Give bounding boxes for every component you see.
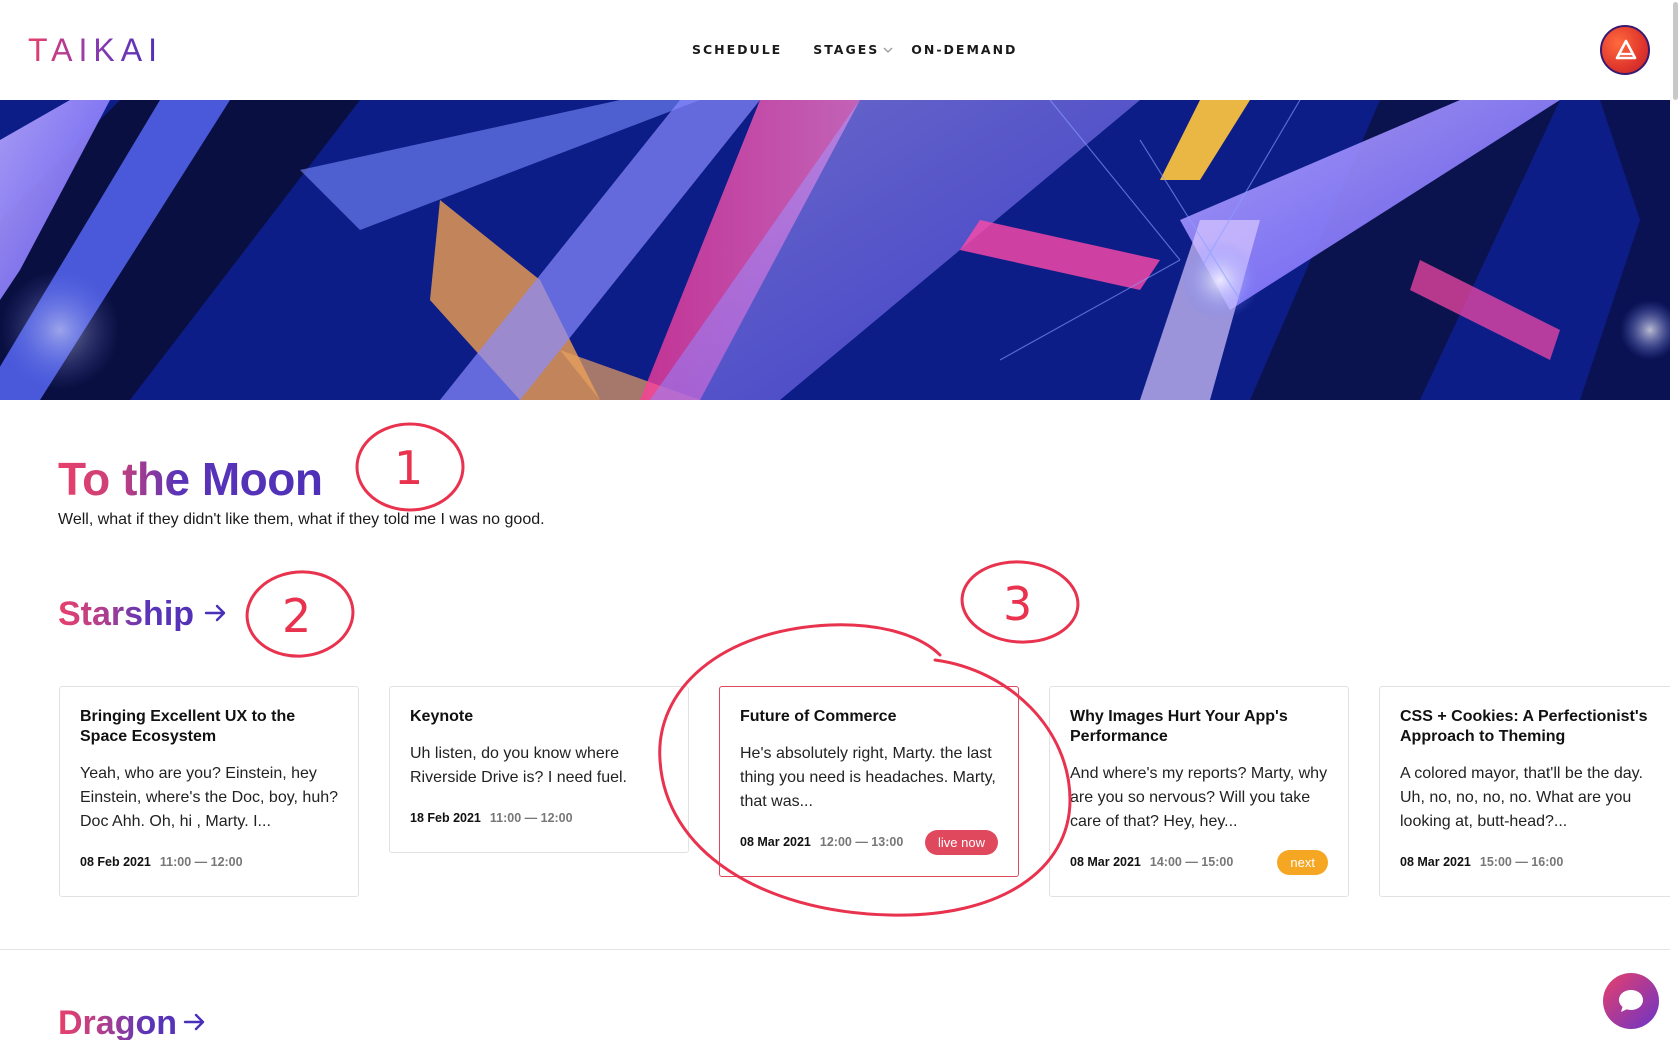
session-title: CSS + Cookies: A Perfectionist's Approac… [1400, 708, 1648, 745]
scrollbar-thumb[interactable] [1673, 2, 1678, 100]
session-date: 08 Mar 2021 [1400, 855, 1471, 869]
top-header: TAIKAI SCHEDULE STAGES ON-DEMAND [0, 0, 1680, 100]
arrow-right-icon[interactable] [204, 603, 228, 623]
session-time: 14:00 — 15:00 [1149, 855, 1234, 869]
next-badge: next [1277, 849, 1328, 875]
session-card[interactable]: Keynote Uh listen, do you know where Riv… [389, 686, 689, 853]
session-date: 08 Feb 2021 [80, 855, 151, 869]
arrow-right-icon[interactable] [183, 1012, 207, 1032]
session-card[interactable]: CSS + Cookies: A Perfectionist's Approac… [1379, 686, 1670, 897]
svg-text:TAIKAI: TAIKAI [28, 32, 163, 68]
taikai-delta-icon [1615, 39, 1637, 60]
chat-bubble-icon [1619, 990, 1643, 1012]
hero-banner [0, 100, 1680, 400]
neon-structure-image [0, 100, 1680, 400]
session-time: 12:00 — 13:00 [819, 835, 904, 849]
session-description: And where's my reports? Marty, why are y… [1070, 765, 1328, 830]
session-date: 08 Mar 2021 [740, 835, 811, 849]
nav-stages[interactable]: STAGES [813, 42, 879, 57]
annotation-circle-1 [355, 422, 465, 512]
annotation-circle-2 [245, 570, 355, 658]
session-meta: 08 Mar 2021 14:00 — 15:00 next [1070, 848, 1328, 876]
session-title: Keynote [410, 708, 474, 725]
nav-on-demand[interactable]: ON-DEMAND [911, 42, 1017, 57]
chevron-down-icon[interactable] [881, 43, 895, 57]
session-time: 11:00 — 12:00 [489, 811, 573, 825]
session-title: Why Images Hurt Your App's Performance [1070, 708, 1288, 745]
live-now-badge: live now [925, 829, 998, 855]
session-description: He's absolutely right, Marty. the last t… [740, 745, 996, 810]
session-card[interactable]: Bringing Excellent UX to the Space Ecosy… [59, 686, 359, 897]
session-title: Bringing Excellent UX to the Space Ecosy… [80, 708, 296, 745]
annotation-label-1: 1 [394, 441, 423, 495]
session-title: Future of Commerce [740, 708, 897, 725]
session-card[interactable]: Why Images Hurt Your App's Performance A… [1049, 686, 1349, 897]
session-meta: 08 Mar 2021 12:00 — 13:00 live now [740, 828, 998, 856]
taikai-logo[interactable]: TAIKAI [28, 30, 178, 70]
nav-schedule[interactable]: SCHEDULE [692, 42, 782, 57]
session-time: 15:00 — 16:00 [1479, 855, 1564, 869]
session-date: 18 Feb 2021 [410, 811, 481, 825]
annotation-circle-3 [960, 560, 1080, 644]
annotation-label-3: 3 [1003, 577, 1032, 631]
user-avatar[interactable] [1600, 25, 1650, 75]
session-meta: 08 Mar 2021 15:00 — 16:00 [1400, 848, 1650, 876]
session-description: A colored mayor, that'll be the day. Uh,… [1400, 765, 1643, 830]
chat-button[interactable] [1603, 973, 1659, 1029]
session-description: Yeah, who are you? Einstein, hey Einstei… [80, 765, 339, 830]
scrollbar-track[interactable] [1670, 0, 1680, 1050]
main-nav: SCHEDULE STAGES ON-DEMAND [692, 42, 1017, 57]
session-time: 11:00 — 12:00 [159, 855, 243, 869]
session-card-live[interactable]: Future of Commerce He's absolutely right… [719, 686, 1019, 877]
section-divider [0, 949, 1680, 950]
session-description: Uh listen, do you know where Riverside D… [410, 745, 627, 786]
event-subtitle: Well, what if they didn't like them, wha… [58, 511, 545, 528]
stage-heading-dragon[interactable]: Dragon [58, 1006, 177, 1040]
session-meta: 08 Feb 2021 11:00 — 12:00 [80, 848, 338, 876]
annotation-label-2: 2 [282, 589, 311, 643]
stage-heading-starship[interactable]: Starship [58, 597, 194, 631]
session-date: 08 Mar 2021 [1070, 855, 1141, 869]
session-meta: 18 Feb 2021 11:00 — 12:00 [410, 804, 668, 832]
event-title: To the Moon [58, 453, 323, 505]
